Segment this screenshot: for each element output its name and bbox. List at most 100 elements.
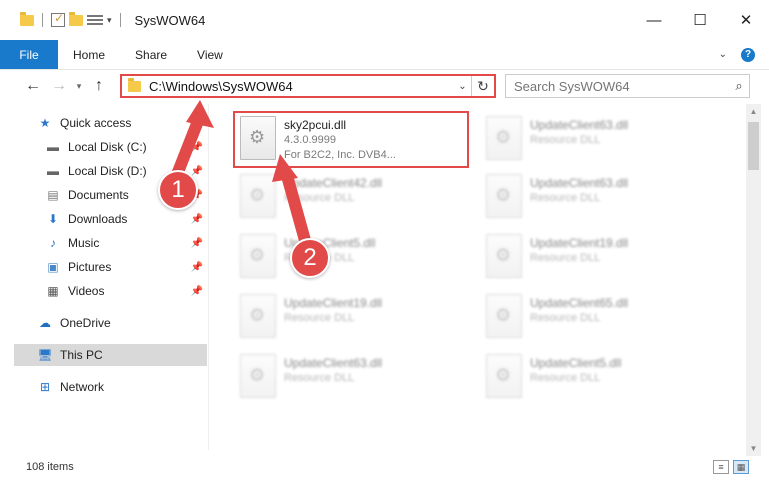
sidebar-item-music[interactable]: ♪ Music 📌 [0, 232, 209, 254]
search-icon[interactable]: ⌕ [729, 78, 749, 94]
file-item[interactable]: UpdateClient5.dll Resource DLL [480, 348, 720, 404]
minimize-button[interactable]: — [631, 0, 677, 40]
videos-icon: ▦ [47, 284, 59, 298]
sidebar-item-pictures[interactable]: ▣ Pictures 📌 [0, 256, 209, 278]
pin-icon[interactable]: 📌 [191, 142, 203, 153]
address-bar[interactable]: C:\Windows\SysWOW64 ⌄ ↻ [120, 74, 496, 98]
properties-icon[interactable] [51, 11, 65, 27]
file-item[interactable]: UpdateClient63.dll Resource DLL [480, 110, 720, 166]
ribbon-right: ⌄ ? [719, 40, 769, 69]
network-icon: ⊞ [39, 380, 51, 394]
pin-icon[interactable]: 📌 [191, 214, 203, 225]
window-controls: — ☐ ✕ [631, 0, 769, 40]
title-bar: ▾ SysWOW64 — ☐ ✕ [0, 0, 769, 40]
sidebar-item-label: OneDrive [60, 316, 111, 330]
sidebar-item-videos[interactable]: ▦ Videos 📌 [0, 280, 209, 302]
refresh-icon[interactable]: ↻ [472, 78, 494, 95]
sidebar-item-this-pc[interactable]: 🖥 This PC [14, 344, 207, 366]
window-title: SysWOW64 [134, 12, 206, 28]
tab-share[interactable]: Share [120, 40, 182, 69]
item-count: 108 items [26, 461, 74, 473]
dll-file-icon [486, 234, 522, 278]
close-button[interactable]: ✕ [723, 0, 769, 40]
computer-icon: 🖥 [37, 348, 53, 362]
new-folder-icon[interactable] [69, 11, 83, 26]
tab-view[interactable]: View [182, 40, 238, 69]
sidebar-item-network[interactable]: ⊞ Network [0, 376, 209, 398]
sidebar-item-label: Pictures [68, 260, 112, 274]
navigation-bar: ← → ▾ ↑ C:\Windows\SysWOW64 ⌄ ↻ ⌕ [0, 70, 769, 102]
dll-file-icon [486, 174, 522, 218]
pictures-icon: ▣ [47, 260, 59, 274]
sidebar-item-label: Videos [68, 284, 105, 298]
vertical-scrollbar[interactable]: ▲ ▼ [746, 104, 761, 456]
search-box[interactable]: ⌕ [505, 74, 750, 98]
help-icon[interactable]: ? [741, 47, 755, 62]
tiles-view-icon[interactable]: ▦ [733, 460, 749, 474]
file-item[interactable]: UpdateClient63.dll Resource DLL [234, 348, 474, 404]
file-name: UpdateClient63.dll [530, 176, 629, 190]
scroll-down-icon[interactable]: ▼ [746, 441, 761, 456]
tab-file[interactable]: File [0, 40, 58, 69]
address-path[interactable]: C:\Windows\SysWOW64 [149, 79, 454, 94]
dll-file-icon [240, 354, 276, 398]
expand-ribbon-icon[interactable]: ⌄ [719, 49, 727, 60]
tab-home[interactable]: Home [58, 40, 120, 69]
file-item[interactable]: UpdateClient19.dll Resource DLL [234, 288, 474, 344]
music-icon: ♪ [50, 236, 56, 250]
pin-icon[interactable]: 📌 [191, 286, 203, 297]
sidebar-item-label: Local Disk (D:) [68, 164, 147, 178]
toolbar-separator [119, 13, 121, 27]
file-item[interactable]: UpdateClient63.dll Resource DLL [480, 168, 720, 224]
dll-file-icon [486, 294, 522, 338]
sidebar-item-local-disk-c[interactable]: ▬ Local Disk (C:) 📌 [0, 136, 209, 158]
dll-file-icon [240, 234, 276, 278]
sidebar-item-label: Documents [68, 188, 129, 202]
customize-toolbar-icon[interactable] [87, 13, 103, 27]
details-view-icon[interactable]: ≡ [713, 460, 729, 474]
up-arrow-icon[interactable]: ↑ [86, 77, 112, 95]
file-highlight-box [233, 111, 469, 168]
dll-file-icon [486, 116, 522, 160]
back-arrow-icon[interactable]: ← [20, 77, 46, 95]
file-item[interactable]: UpdateClient65.dll Resource DLL [480, 288, 720, 344]
cloud-icon: ☁ [39, 316, 51, 330]
sidebar-item-label: This PC [60, 348, 103, 362]
file-description: Resource DLL [530, 312, 601, 324]
download-icon: ⬇ [47, 212, 59, 226]
sidebar-item-label: Network [60, 380, 105, 394]
step-1-badge: 1 [158, 170, 198, 210]
documents-icon: ▤ [47, 188, 59, 202]
file-description: Resource DLL [530, 192, 601, 204]
drive-icon: ▬ [47, 140, 59, 154]
address-dropdown-icon[interactable]: ⌄ [454, 76, 472, 96]
scroll-up-icon[interactable]: ▲ [746, 104, 761, 119]
toolbar-separator [42, 13, 43, 27]
pin-icon[interactable]: 📌 [191, 238, 203, 249]
dll-file-icon [240, 294, 276, 338]
folder-icon[interactable] [20, 11, 34, 26]
file-name: UpdateClient19.dll [284, 296, 383, 310]
folder-icon [128, 77, 141, 92]
sidebar-item-downloads[interactable]: ⬇ Downloads 📌 [0, 208, 209, 230]
sidebar-item-quick-access[interactable]: ★ Quick access [0, 112, 209, 134]
pin-icon[interactable]: 📌 [191, 262, 203, 273]
search-input[interactable] [514, 78, 729, 94]
file-item[interactable]: UpdateClient42.dll Resource DLL [234, 168, 474, 224]
forward-arrow-icon[interactable]: → [46, 77, 72, 95]
file-description: Resource DLL [284, 372, 355, 384]
maximize-button[interactable]: ☐ [677, 0, 723, 40]
file-name: UpdateClient63.dll [284, 356, 383, 370]
sidebar-item-label: Downloads [68, 212, 128, 226]
sidebar-item-onedrive[interactable]: ☁ OneDrive [0, 312, 209, 334]
file-item[interactable]: UpdateClient19.dll Resource DLL [480, 228, 720, 284]
scroll-thumb[interactable] [748, 122, 759, 170]
sidebar-item-label: Music [68, 236, 100, 250]
pin-icon[interactable]: 📌 [191, 166, 203, 177]
ribbon-tabs: File Home Share View ⌄ ? [0, 40, 769, 70]
file-item[interactable]: UpdateClient5.dll Resource DLL [234, 228, 474, 284]
file-name: UpdateClient65.dll [530, 296, 629, 310]
recent-locations-icon[interactable]: ▾ [72, 81, 86, 92]
dll-file-icon [486, 354, 522, 398]
toolbar-dropdown-icon[interactable]: ▾ [107, 15, 112, 26]
